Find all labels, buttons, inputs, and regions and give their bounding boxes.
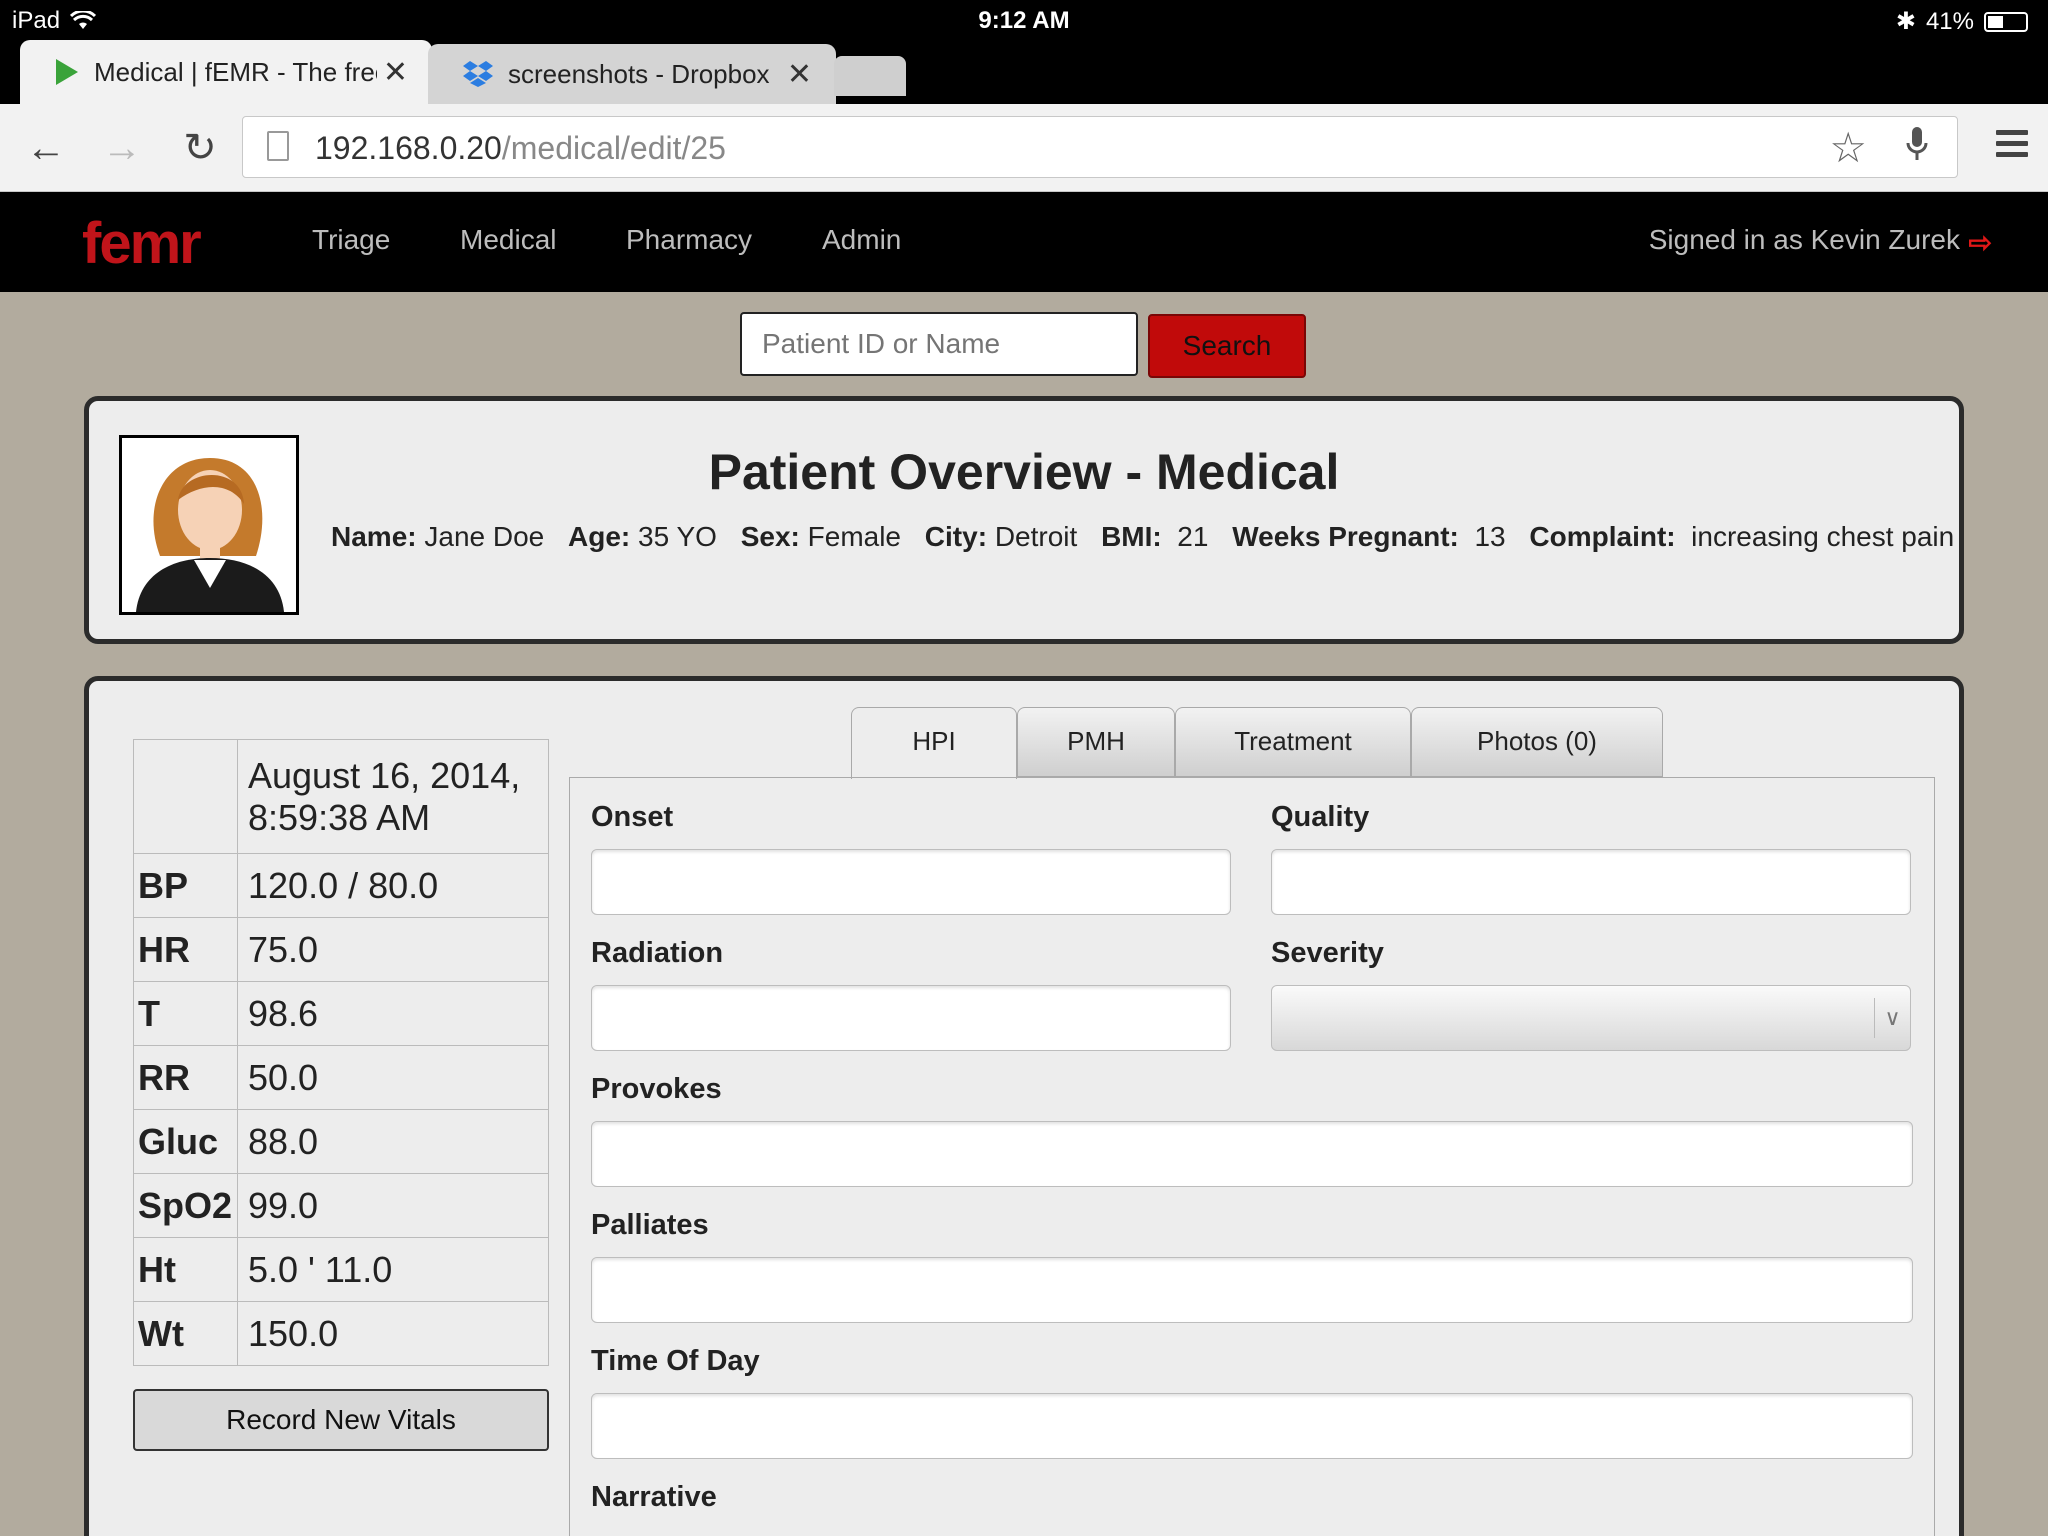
tab-pmh[interactable]: PMH [1017,707,1175,777]
patient-search-input[interactable] [740,312,1138,376]
vitals-row-ht: Ht 5.0 ' 11.0 [133,1237,549,1302]
quality-label: Quality [1271,801,1370,833]
tab-treatment[interactable]: Treatment [1175,707,1411,777]
back-arrow-icon[interactable]: ← [20,122,72,174]
vitals-row-hr: HR 75.0 [133,917,549,982]
nav-link-triage[interactable]: Triage [312,224,390,256]
app-navbar: femr Triage Medical Pharmacy Admin Signe… [0,192,2048,292]
onset-input[interactable] [591,849,1231,915]
signed-in-user: Signed in as Kevin Zurek [1648,224,1960,255]
provokes-input[interactable] [591,1121,1913,1187]
sign-out-icon[interactable]: ⇨ [1969,226,1992,259]
chevron-down-icon: ∨ [1874,998,1910,1038]
weeks-pregnant: 13 [1474,521,1506,552]
url-text: 192.168.0.20/medical/edit/25 [315,130,726,166]
menu-icon[interactable] [1996,130,2028,163]
search-button[interactable]: Search [1148,314,1306,378]
severity-label: Severity [1271,937,1384,969]
ios-status-bar: iPad 9:12 AM ✱ 41% [0,0,2048,40]
battery-icon [1984,11,2028,32]
tab-hpi[interactable]: HPI [851,707,1017,779]
new-tab-button[interactable] [834,56,906,96]
femr-logo[interactable]: femr [82,210,202,277]
close-tab-icon[interactable]: ✕ [787,57,812,92]
time-of-day-input[interactable] [591,1393,1913,1459]
vitals-row-rr: RR 50.0 [133,1045,549,1110]
quality-input[interactable] [1271,849,1911,915]
vitals-row-gluc: Gluc 88.0 [133,1109,549,1174]
patient-city: Detroit [994,521,1078,552]
page-title: Patient Overview - Medical [708,444,1340,500]
browser-tab-strip: Medical | fEMR - The free ✕ screenshots … [0,40,2048,104]
vitals-date-row: August 16, 2014, 8:59:38 AM [133,739,549,854]
browser-tab-title: screenshots - Dropbox [508,58,770,89]
battery-percent: 41% [1925,7,1974,35]
bookmark-star-icon[interactable]: ☆ [1829,123,1867,172]
patient-name: Jane Doe [424,521,545,552]
vitals-date: August 16, 2014, 8:59:38 AM [237,739,549,854]
browser-tab-title: Medical | fEMR - The free [94,56,377,87]
patient-overview-panel: Patient Overview - Medical Name: Jane Do… [84,396,1964,644]
address-bar[interactable]: 192.168.0.20/medical/edit/25 ☆ [242,116,1958,178]
radiation-label: Radiation [591,937,724,969]
status-time: 9:12 AM [978,7,1070,34]
battery-fill [1988,15,2003,28]
vitals-row-t: T 98.6 [133,981,549,1046]
complaint: increasing chest pain [1691,521,1955,552]
palliates-label: Palliates [591,1209,709,1241]
medical-main-panel: August 16, 2014, 8:59:38 AM BP 120.0 / 80.… [84,676,1964,1536]
nav-link-admin[interactable]: Admin [822,224,901,256]
patient-sex: Female [807,521,902,552]
vitals-row-spo2: SpO2 99.0 [133,1173,549,1238]
patient-age: 35 YO [638,521,717,552]
patient-bmi: 21 [1177,521,1209,552]
nav-link-pharmacy[interactable]: Pharmacy [626,224,752,256]
radiation-input[interactable] [591,985,1231,1051]
page-icon [267,131,289,161]
severity-select[interactable]: ∨ [1271,985,1911,1051]
narrative-label: Narrative [591,1481,717,1513]
bluetooth-icon: ✱ [1895,8,1916,35]
vitals-row-wt: Wt 150.0 [133,1301,549,1366]
microphone-icon[interactable] [1905,125,1929,165]
nav-link-medical[interactable]: Medical [460,224,556,256]
tab-photos[interactable]: Photos (0) [1411,707,1663,777]
browser-toolbar: ← → ↻ 192.168.0.20/medical/edit/25 ☆ [0,104,2048,192]
reload-icon[interactable]: ↻ [174,122,226,174]
browser-tab-medical[interactable]: Medical | fEMR - The free ✕ [20,40,432,104]
patient-summary: Name: Jane Doe Age: 35 YO Sex: Female Ci… [331,521,1955,552]
femr-favicon-icon [56,59,78,85]
vitals-row-bp: BP 120.0 / 80.0 [133,853,549,918]
browser-tab-dropbox[interactable]: screenshots - Dropbox ✕ [428,44,836,104]
close-tab-icon[interactable]: ✕ [383,55,408,90]
provokes-label: Provokes [591,1073,722,1105]
onset-label: Onset [591,801,674,833]
time-of-day-label: Time Of Day [591,1345,760,1377]
forward-arrow-icon[interactable]: → [96,122,148,174]
vitals-table: August 16, 2014, 8:59:38 AM BP 120.0 / 80.… [133,739,549,1366]
record-new-vitals-button[interactable]: Record New Vitals [133,1389,549,1451]
palliates-input[interactable] [591,1257,1913,1323]
dropbox-icon [463,61,493,87]
